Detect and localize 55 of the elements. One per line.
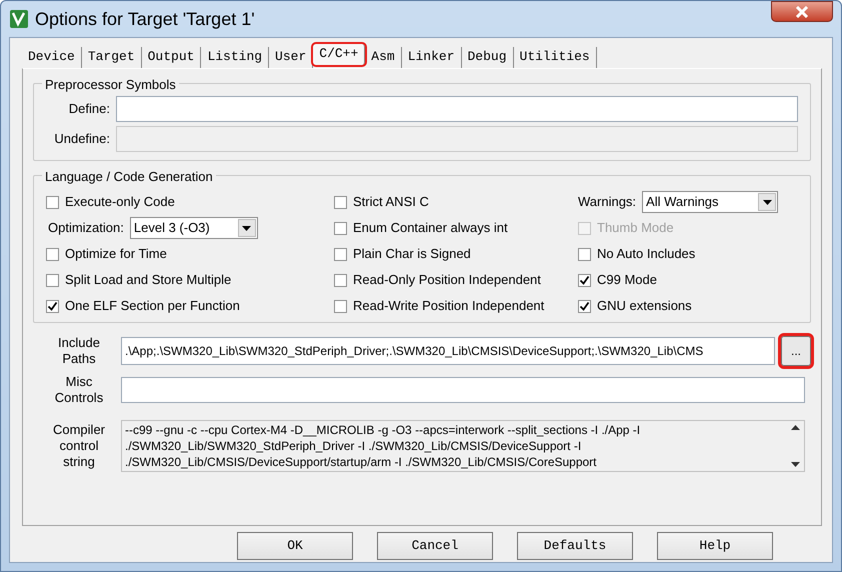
field-label: Misc Controls	[54, 374, 104, 406]
checkbox-label: Execute-only Code	[65, 193, 175, 212]
dropdown[interactable]: Level 3 (-O3)	[130, 217, 258, 239]
checkbox-label: Enum Container always int	[353, 219, 508, 238]
field-label: Compiler control string	[52, 422, 106, 470]
checkbox-label: Read-Write Position Independent	[353, 297, 544, 316]
checkbox[interactable]	[46, 300, 59, 312]
select-label: Optimization:	[48, 219, 124, 238]
checkbox[interactable]	[578, 300, 591, 312]
close-button[interactable]	[771, 1, 833, 22]
app-icon	[9, 9, 29, 29]
dropdown-arrow-icon	[242, 226, 252, 230]
checkbox[interactable]	[334, 248, 347, 260]
checkbox-label: Optimize for Time	[65, 245, 167, 264]
window-title: Options for Target 'Target 1'	[35, 8, 255, 31]
checkbox-label: Read-Only Position Independent	[353, 271, 541, 290]
text-line: ./SWM320_Lib/CMSIS/DeviceSupport/startup/arm -I ./SWM320_Lib/CMSIS/CoreSupport	[125, 454, 598, 470]
input-field[interactable]	[116, 96, 798, 122]
text-line: ./SWM320_Lib/SWM320_StdPeriph_Driver -I ./SWM320_Lib/CMSIS/DeviceSupport -I	[125, 438, 582, 454]
browse-button[interactable]: ...	[781, 336, 811, 366]
dialog-button[interactable]: Help	[657, 532, 773, 560]
select-label: Warnings:	[578, 193, 636, 212]
checkbox-label: C99 Mode	[597, 271, 657, 290]
checkbox[interactable]	[334, 274, 347, 286]
dialog-button[interactable]: Cancel	[377, 532, 493, 560]
checkbox-label: One ELF Section per Function	[65, 297, 240, 316]
checkbox-label: Strict ANSI C	[353, 193, 429, 212]
checkbox-label: Split Load and Store Multiple	[65, 271, 232, 290]
dialog-button[interactable]: Defaults	[517, 532, 633, 560]
dropdown[interactable]: All Warnings	[642, 191, 778, 213]
checkbox[interactable]	[46, 248, 59, 260]
checkbox[interactable]	[334, 222, 347, 234]
close-icon	[795, 6, 809, 18]
field-label: Undefine:	[53, 130, 110, 148]
text-line: --c99 --gnu -c --cpu Cortex-M4 -D__MICROLIB -g -O3 --apcs=interwork --split_sections -I ./App -I	[125, 422, 642, 438]
dropdown-arrow-icon	[762, 200, 772, 204]
scroll-down-icon[interactable]	[791, 462, 800, 467]
checkbox[interactable]	[578, 248, 591, 260]
checkbox[interactable]	[578, 274, 591, 286]
checkbox-label: No Auto Includes	[597, 245, 696, 264]
dialog-button[interactable]: OK	[237, 532, 353, 560]
input-field[interactable]: .\App;.\SWM320_Lib\SWM320_StdPeriph_Driver;.\SWM320_Lib\CMSIS\DeviceSupport;.\SWM320_Lib\CMS	[121, 337, 775, 365]
input-field[interactable]	[121, 377, 805, 403]
checkbox[interactable]	[334, 300, 347, 312]
checkbox[interactable]	[334, 196, 347, 208]
checkbox-label: Plain Char is Signed	[353, 245, 471, 264]
tab[interactable]: C/C++	[313, 44, 366, 65]
scroll-up-icon[interactable]	[791, 425, 800, 430]
field-label: Define:	[68, 100, 110, 118]
field-label: Include Paths	[57, 335, 101, 367]
text-area[interactable]	[121, 420, 805, 472]
checkbox-label: GNU extensions	[597, 297, 692, 316]
checkbox[interactable]	[46, 274, 59, 286]
checkbox[interactable]	[46, 196, 59, 208]
checkbox-label: Thumb Mode	[597, 219, 674, 238]
